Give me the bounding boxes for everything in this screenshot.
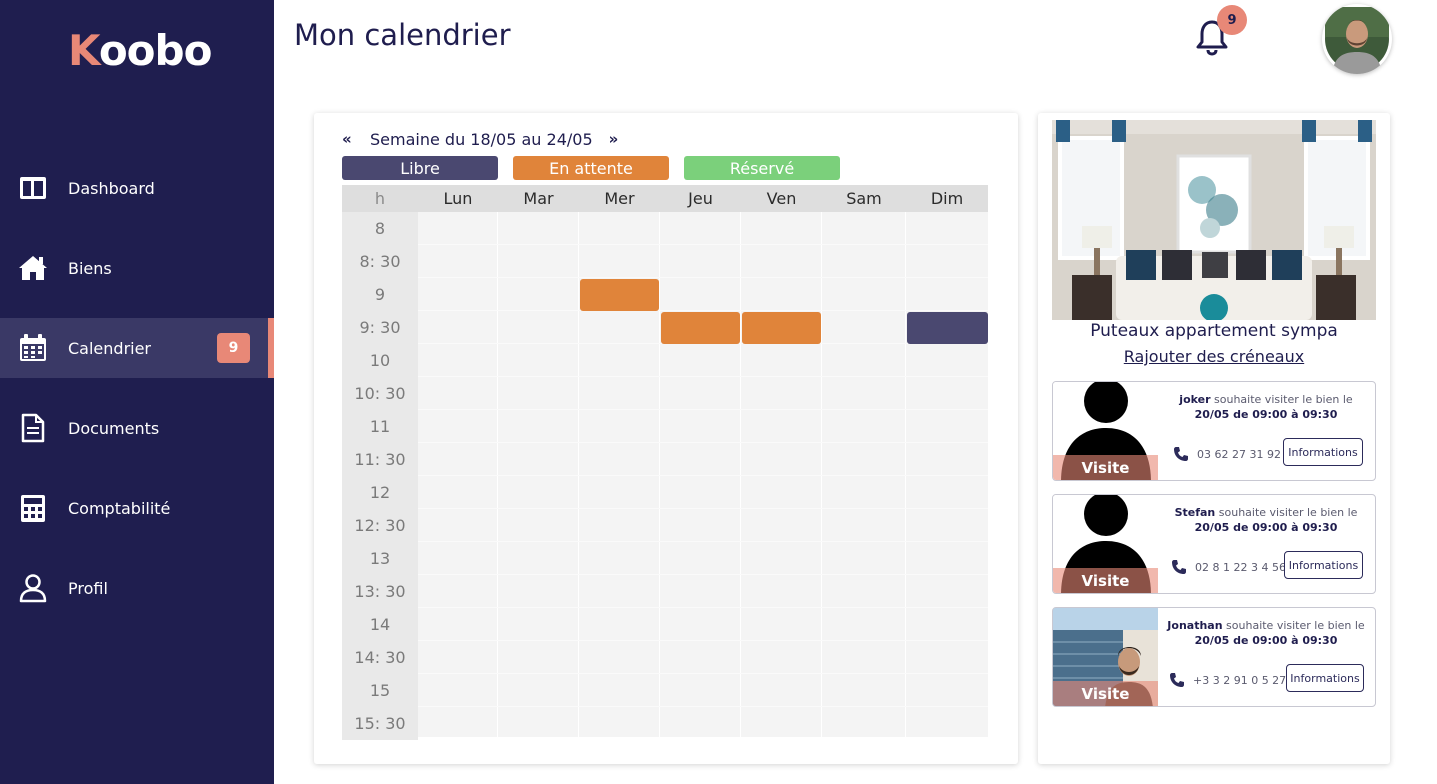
page-title: Mon calendrier — [294, 18, 511, 52]
visit-message: joker souhaite visiter le bien le 20/05 d… — [1179, 393, 1353, 421]
visit-request-card[interactable]: Visite Stefan souhaite visiter le bien l… — [1052, 494, 1376, 594]
week-navigation: « Semaine du 18/05 au 24/05 » — [342, 128, 631, 150]
sidebar-item-biens[interactable]: Biens — [0, 238, 274, 298]
property-name: Puteaux appartement sympa — [1090, 321, 1338, 341]
informations-button[interactable]: Informations — [1286, 664, 1364, 692]
calendar-icon — [20, 334, 46, 361]
grid-line — [418, 475, 988, 476]
grid-line — [418, 277, 988, 278]
koobo-logo[interactable]: Koobo — [68, 26, 212, 75]
sidebar-item-label: Biens — [68, 258, 112, 278]
sidebar-item-comptabilite[interactable]: Comptabilité — [0, 478, 274, 538]
day-header: Mar — [523, 189, 554, 208]
visit-tag: Visite — [1053, 681, 1158, 706]
hour-label: 11: 30 — [354, 450, 406, 469]
grid-line — [418, 409, 988, 410]
calendar-slot[interactable] — [580, 279, 659, 311]
hour-label: 8 — [374, 219, 386, 238]
user-icon — [19, 574, 47, 603]
grid-line — [418, 244, 988, 245]
grid-line — [418, 673, 988, 674]
dashboard-icon — [20, 177, 46, 199]
sidebar-item-label: Profil — [68, 578, 108, 598]
calendar-slot[interactable] — [661, 312, 740, 344]
grid-line — [418, 607, 988, 608]
calculator-icon — [21, 495, 45, 522]
grid-line — [418, 310, 988, 311]
sidebar-item-calendrier[interactable]: Calendrier 9 — [0, 318, 274, 378]
sidebar-item-label: Calendrier — [68, 338, 152, 358]
legend-libre: Libre — [342, 156, 498, 180]
hour-label: 11 — [369, 417, 391, 436]
grid-line — [418, 442, 988, 443]
calendar-header-row: h Lun Mar Mer Jeu Ven Sam Dim — [342, 185, 988, 212]
visitor-phone: +3 3 2 91 0 5 27 8 — [1169, 670, 1297, 690]
visit-message: Stefan souhaite visiter le bien le 20/05 … — [1174, 506, 1358, 534]
visitor-phone: 03 62 27 31 92 — [1173, 444, 1281, 464]
hour-label: 9 — [374, 285, 386, 304]
informations-button[interactable]: Informations — [1283, 438, 1363, 466]
day-header: Sam — [846, 189, 882, 208]
day-header: Ven — [766, 189, 797, 208]
day-header: Jeu — [688, 189, 713, 208]
hour-column-header: h — [374, 189, 386, 208]
day-header: Dim — [930, 189, 964, 208]
phone-icon — [1172, 560, 1186, 574]
calendar-slot[interactable] — [907, 312, 988, 344]
legend-en-attente: En attente — [513, 156, 669, 180]
visit-tag: Visite — [1053, 568, 1158, 593]
avatar-image — [1325, 7, 1389, 74]
hour-label: 8: 30 — [359, 252, 401, 271]
sidebar-item-label: Dashboard — [68, 178, 155, 198]
grid-line — [418, 376, 988, 377]
phone-icon — [1170, 673, 1184, 687]
visit-message: Jonathan souhaite visiter le bien le 20/0… — [1167, 619, 1365, 647]
hour-label: 10: 30 — [354, 384, 406, 403]
sidebar-item-documents[interactable]: Documents — [0, 398, 274, 458]
hour-label: 9: 30 — [359, 318, 401, 337]
week-label: Semaine du 18/05 au 24/05 — [370, 129, 593, 149]
phone-icon — [1174, 447, 1188, 461]
add-slots-link[interactable]: Rajouter des créneaux — [1052, 347, 1376, 366]
sidebar-item-label: Documents — [68, 418, 160, 438]
visit-request-card[interactable]: Visite joker souhaite visiter le bien le… — [1052, 381, 1376, 481]
calendar-slot[interactable] — [742, 312, 821, 344]
hour-label: 14: 30 — [354, 648, 406, 667]
hour-column: 8 8: 30 9 9: 30 10 10: 30 11 11: 30 12 1… — [342, 212, 418, 740]
grid-line — [418, 640, 988, 641]
property-image — [1052, 120, 1376, 320]
visitor-phone: 02 8 1 22 3 4 56 — [1171, 557, 1286, 577]
sidebar: Koobo Dashboard Biens Calendrier 9 Docum… — [0, 0, 274, 784]
hour-label: 12: 30 — [354, 516, 406, 535]
hour-label: 15: 30 — [354, 714, 406, 733]
notification-badge: 9 — [1217, 5, 1247, 35]
double-chevron-right-icon[interactable]: » — [609, 130, 631, 148]
visit-tag: Visite — [1053, 455, 1158, 480]
sidebar-item-profil[interactable]: Profil — [0, 558, 274, 618]
informations-button[interactable]: Informations — [1284, 551, 1363, 579]
grid-line — [418, 706, 988, 707]
hour-label: 10 — [369, 351, 391, 370]
double-chevron-left-icon[interactable]: « — [342, 130, 364, 148]
legend-reserve: Réservé — [684, 156, 840, 180]
document-icon — [21, 413, 45, 443]
hour-label: 14 — [369, 615, 391, 634]
grid-line — [418, 574, 988, 575]
hour-label: 13: 30 — [354, 582, 406, 601]
home-icon — [19, 256, 47, 280]
hour-label: 15 — [369, 681, 391, 700]
avatar[interactable] — [1322, 4, 1392, 74]
notification-badge: 9 — [217, 333, 250, 363]
hour-label: 12 — [369, 483, 391, 502]
day-header: Lun — [443, 189, 473, 208]
grid-line — [418, 541, 988, 542]
calendar-grid[interactable] — [418, 212, 988, 737]
grid-line — [418, 508, 988, 509]
sidebar-item-dashboard[interactable]: Dashboard — [0, 158, 274, 218]
sidebar-item-label: Comptabilité — [68, 498, 171, 518]
hour-label: 13 — [369, 549, 391, 568]
visit-request-card[interactable]: Visite Jonathan souhaite visiter le bien… — [1052, 607, 1376, 707]
day-header: Mer — [604, 189, 635, 208]
